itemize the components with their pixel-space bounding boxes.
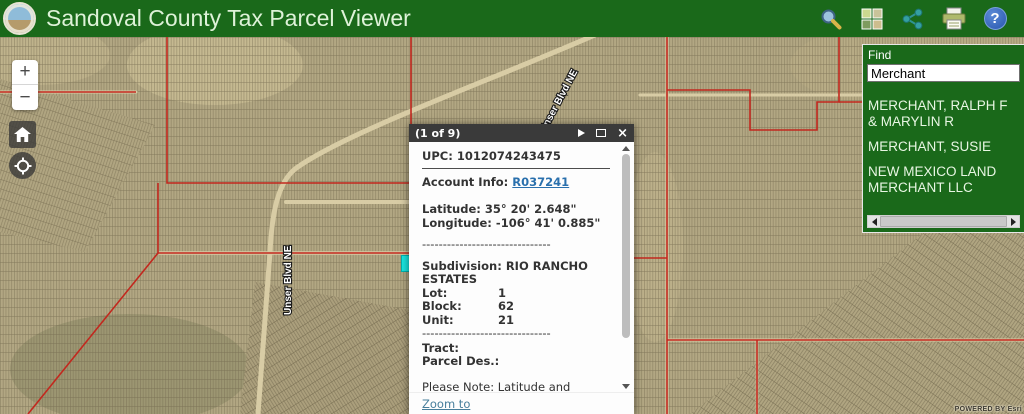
next-arrow-icon (578, 129, 585, 137)
search-icon (819, 7, 843, 31)
home-icon (14, 127, 31, 143)
parcel-des-row: Parcel Des.: (422, 355, 610, 369)
page-title: Sandoval County Tax Parcel Viewer (46, 5, 411, 32)
zoom-out-button[interactable]: − (12, 85, 38, 110)
parcel-info-popup: (1 of 9) × UPC: 1012074243475 Account In… (409, 124, 634, 414)
locate-button[interactable] (9, 152, 36, 179)
tract-row: Tract: (422, 342, 610, 356)
find-result-item[interactable]: MERCHANT, SUSIE (868, 139, 1020, 155)
scroll-down-button[interactable] (622, 382, 630, 390)
longitude-row: Longitude: -106° 41' 0.885" (422, 217, 610, 231)
find-results-list: MERCHANT, RALPH F & MARYLIN R MERCHANT, … (867, 98, 1020, 196)
upc-row: UPC: 1012074243475 (422, 150, 610, 164)
popup-note: Please Note: Latitude and Longitude is t… (422, 381, 610, 393)
divider (422, 168, 610, 169)
popup-next-button[interactable] (578, 129, 585, 137)
popup-scrollbar[interactable] (621, 144, 631, 390)
scroll-right-button[interactable] (1007, 216, 1019, 227)
share-icon (901, 7, 925, 31)
basemap-button[interactable] (859, 6, 885, 32)
zoom-to-link[interactable]: Zoom to (422, 397, 470, 411)
search-button[interactable] (818, 6, 844, 32)
popup-close-button[interactable]: × (617, 127, 628, 140)
popup-maximize-button[interactable] (596, 129, 606, 137)
subdivision-row: Subdivision: RIO RANCHO ESTATES (422, 260, 610, 287)
popup-titlebar: (1 of 9) × (409, 124, 634, 142)
lot-row: Lot:1 (422, 287, 610, 301)
scrollbar-thumb[interactable] (880, 216, 1007, 227)
unit-row: Unit:21 (422, 314, 610, 328)
popup-action-bar: Zoom to (409, 392, 634, 414)
zoom-controls: + − (12, 60, 38, 110)
app-window: Unser Blvd NE Unser Blvd NE POWERED BY E… (0, 0, 1024, 414)
header-bar: Sandoval County Tax Parcel Viewer (0, 0, 1024, 37)
street-label-unser-1: Unser Blvd NE (283, 245, 294, 315)
locate-icon (14, 157, 32, 175)
county-seal-logo (3, 2, 36, 35)
block-row: Block:62 (422, 300, 610, 314)
find-result-item[interactable]: NEW MEXICO LAND MERCHANT LLC (868, 164, 1020, 196)
separator-dashes: ------------------------------- (422, 238, 610, 252)
help-icon: ? (984, 7, 1007, 30)
map-attribution: POWERED BY Esri (955, 406, 1022, 413)
share-button[interactable] (900, 6, 926, 32)
popup-pagination-label: (1 of 9) (415, 127, 567, 140)
find-label: Find (868, 48, 1020, 62)
account-row: Account Info: R037241 (422, 176, 610, 190)
maximize-icon (596, 129, 606, 137)
find-panel: Find MERCHANT, RALPH F & MARYLIN R MERCH… (862, 44, 1024, 233)
scrollbar-thumb[interactable] (622, 154, 630, 338)
find-result-item[interactable]: MERCHANT, RALPH F & MARYLIN R (868, 98, 1020, 130)
help-button[interactable]: ? (982, 6, 1008, 32)
account-link[interactable]: R037241 (512, 175, 569, 189)
print-icon (941, 7, 967, 31)
separator-dashes: ------------------------------- (422, 327, 610, 341)
find-horizontal-scrollbar[interactable] (867, 215, 1020, 228)
home-extent-button[interactable] (9, 121, 36, 148)
scroll-left-button[interactable] (868, 216, 880, 227)
zoom-in-button[interactable]: + (12, 60, 38, 85)
basemap-grid-icon (861, 8, 883, 30)
popup-body: UPC: 1012074243475 Account Info: R037241… (409, 142, 634, 392)
find-search-input[interactable] (867, 64, 1020, 82)
print-button[interactable] (941, 6, 967, 32)
latitude-row: Latitude: 35° 20' 2.648" (422, 203, 610, 217)
scroll-up-button[interactable] (622, 144, 630, 152)
